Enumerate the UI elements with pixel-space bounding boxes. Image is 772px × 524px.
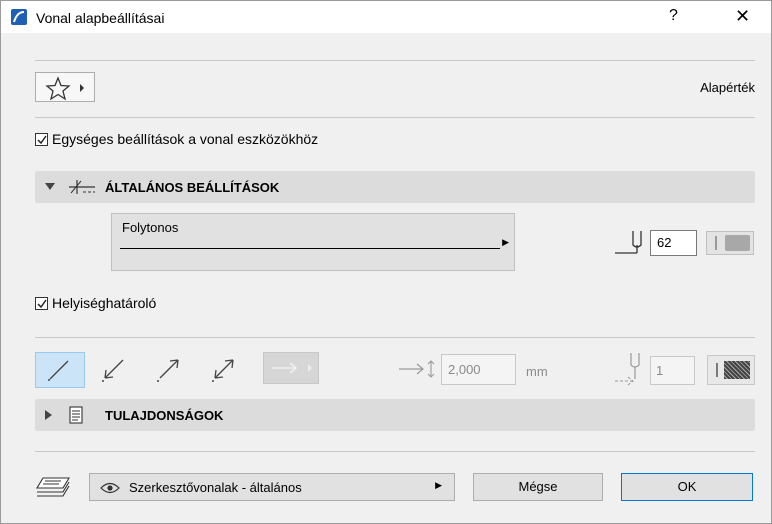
arrow-size-icon xyxy=(399,360,435,378)
checkbox-box[interactable] xyxy=(35,132,48,146)
layer-selector[interactable]: Szerkesztővonalak - általános ▶ xyxy=(89,473,455,501)
star-icon xyxy=(45,76,84,101)
arrow-both-icon xyxy=(212,359,234,382)
arrow-end-icon xyxy=(157,359,179,382)
swatch-pattern xyxy=(724,361,750,379)
swatch-bar xyxy=(716,363,718,377)
arrow-size-input: 2,000 xyxy=(441,354,516,385)
title-bar: Vonal alapbeállításai ? ✕ xyxy=(1,1,771,33)
pen-swatch-bar xyxy=(715,236,717,250)
cancel-button[interactable]: Mégse xyxy=(473,473,603,501)
pen-color-swatch[interactable] xyxy=(706,231,754,255)
uniform-settings-checkbox[interactable]: Egységes beállítások a vonal eszközökhöz xyxy=(35,131,318,147)
chevron-right-icon: ▶ xyxy=(435,480,442,490)
pen-icon xyxy=(615,231,642,254)
arrow-pen-swatch xyxy=(707,355,755,385)
arrow-start-button[interactable] xyxy=(91,352,141,388)
chevron-down-icon xyxy=(45,183,55,190)
properties-panel-header[interactable]: TULAJDONSÁGOK xyxy=(35,399,755,431)
layer-icon xyxy=(36,477,70,497)
arrow-right-icon xyxy=(272,362,312,374)
arrow-both-button[interactable] xyxy=(201,352,251,388)
dialog: Vonal alapbeállításai ? ✕ Alapérték Egys… xyxy=(0,0,772,524)
line-type-preview xyxy=(120,248,500,249)
arrow-pen-input: 1 xyxy=(650,356,695,385)
checkmark-icon xyxy=(37,135,47,144)
general-settings-panel-header[interactable]: ÁLTALÁNOS BEÁLLÍTÁSOK xyxy=(35,171,755,203)
line-type-label: Folytonos xyxy=(122,220,179,235)
eye-icon xyxy=(100,482,120,494)
help-button[interactable]: ? xyxy=(669,7,678,25)
document-icon xyxy=(69,406,83,424)
divider xyxy=(35,337,755,338)
ok-button[interactable]: OK xyxy=(621,473,753,501)
checkbox-box[interactable] xyxy=(35,296,48,310)
uniform-settings-label: Egységes beállítások a vonal eszközökhöz xyxy=(52,131,319,147)
zone-boundary-checkbox[interactable]: Helyiséghatároló xyxy=(35,295,156,311)
arrow-none-button[interactable] xyxy=(35,352,85,388)
chevron-right-icon: ▶ xyxy=(502,237,509,247)
line-type-selector[interactable]: Folytonos ▶ xyxy=(111,213,515,271)
pen-number-input[interactable]: 62 xyxy=(650,230,697,256)
window-title: Vonal alapbeállításai xyxy=(36,10,165,26)
chevron-right-icon xyxy=(45,410,52,420)
archicad-app-icon xyxy=(11,9,27,25)
default-label: Alapérték xyxy=(700,80,755,95)
arrow-start-icon xyxy=(102,359,124,382)
general-settings-label: ÁLTALÁNOS BEÁLLÍTÁSOK xyxy=(105,180,280,195)
unit-label: mm xyxy=(526,364,548,379)
line-tool-icon xyxy=(69,180,95,194)
checkmark-icon xyxy=(37,299,47,308)
close-button[interactable]: ✕ xyxy=(735,6,750,27)
properties-label: TULAJDONSÁGOK xyxy=(105,408,224,423)
favorites-button[interactable] xyxy=(35,72,95,102)
arrow-type-dropdown xyxy=(263,352,319,384)
line-no-arrow-icon xyxy=(48,360,69,381)
divider xyxy=(35,451,755,452)
arrow-pen-icon xyxy=(615,353,640,386)
arrow-end-button[interactable] xyxy=(146,352,196,388)
pen-swatch-fill xyxy=(725,235,750,251)
divider xyxy=(35,60,755,61)
zone-boundary-label: Helyiséghatároló xyxy=(52,295,157,311)
divider xyxy=(35,117,755,118)
layer-label: Szerkesztővonalak - általános xyxy=(129,480,302,495)
